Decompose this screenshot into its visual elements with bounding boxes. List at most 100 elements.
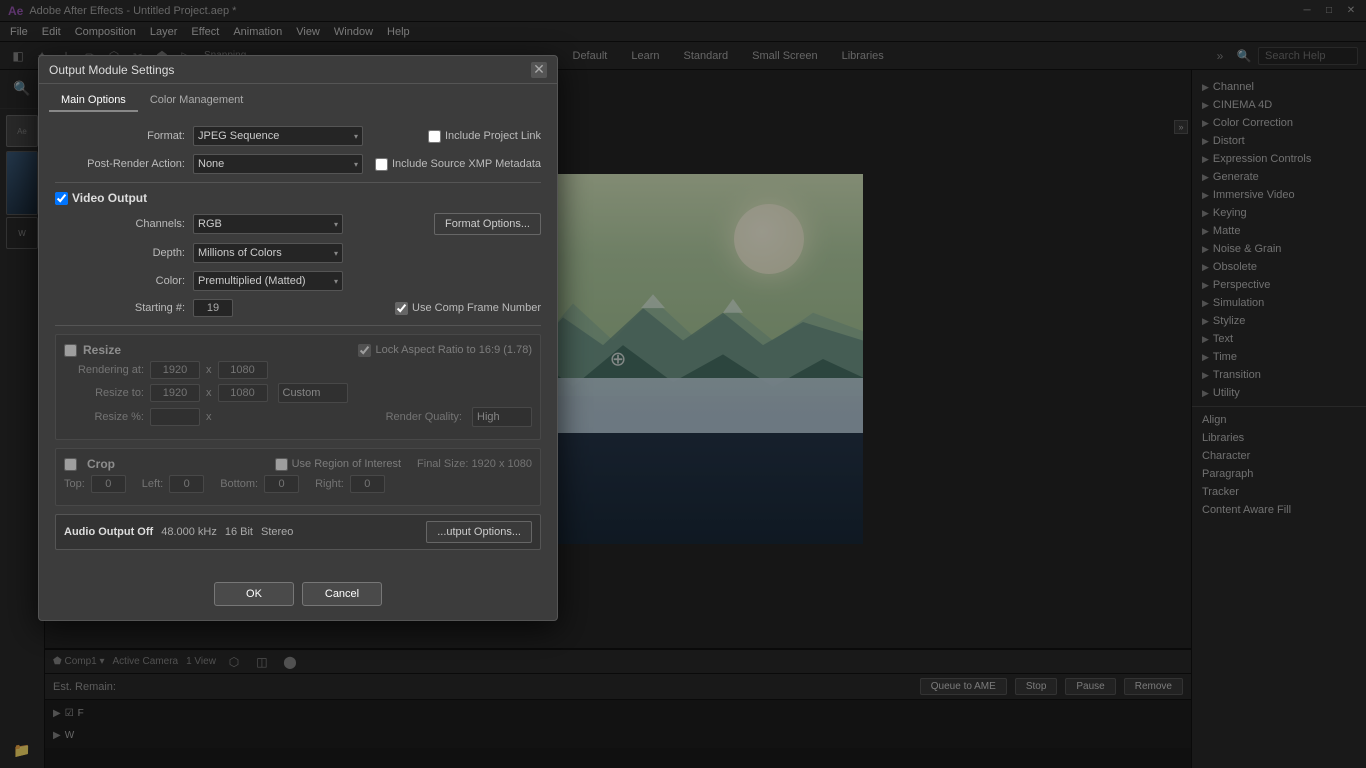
audio-output-label: Audio Output Off <box>64 526 153 538</box>
audio-khz-label: 48.000 kHz <box>161 526 217 538</box>
resize-to-height-input[interactable] <box>218 384 268 402</box>
resize-to-row: Resize to: x Custom <box>64 383 532 403</box>
dialog-tab-main-options[interactable]: Main Options <box>49 90 138 112</box>
divider-main <box>55 182 541 183</box>
audio-bit-label: 16 Bit <box>225 526 253 538</box>
lock-aspect-group: Lock Aspect Ratio to 16:9 (1.78) <box>358 344 532 357</box>
crop-header-row: Crop Use Region of Interest Final Size: … <box>64 457 532 471</box>
resize-label-text: Resize <box>83 343 121 357</box>
depth-value: Millions of Colors <box>198 247 282 259</box>
resize-to-width-input[interactable] <box>150 384 200 402</box>
resize-pct-w-input[interactable] <box>150 408 200 426</box>
crop-label-text: Crop <box>87 457 115 471</box>
lock-aspect-checkbox[interactable] <box>358 344 371 357</box>
audio-options-button[interactable]: ...utput Options... <box>426 521 532 543</box>
depth-row: Depth: Millions of Colors ▾ <box>55 243 541 263</box>
format-dropdown[interactable]: JPEG Sequence ▾ <box>193 126 363 146</box>
depth-label: Depth: <box>55 247 185 259</box>
final-size-label: Final Size: 1920 x 1080 <box>417 458 532 470</box>
rendering-height-input[interactable] <box>218 361 268 379</box>
resize-pct-label: Resize %: <box>64 411 144 423</box>
format-dropdown-arrow: ▾ <box>354 132 358 141</box>
dialog-tabs: Main Options Color Management <box>39 84 557 112</box>
bottom-input[interactable] <box>264 475 299 493</box>
right-label: Right: <box>315 478 344 490</box>
top-label: Top: <box>64 478 85 490</box>
use-comp-frame-checkbox[interactable] <box>395 302 408 315</box>
video-output-label: Video Output <box>72 191 147 205</box>
dialog-titlebar: Output Module Settings ✕ <box>39 56 557 84</box>
use-roi-checkbox[interactable] <box>275 458 288 471</box>
resize-to-x-label: x <box>206 387 212 399</box>
channels-value: RGB <box>198 218 222 230</box>
crop-section: Crop Use Region of Interest Final Size: … <box>55 448 541 506</box>
include-project-link-label: Include Project Link <box>445 130 541 142</box>
dialog-body: Format: JPEG Sequence ▾ Include Project … <box>39 112 557 572</box>
rendering-width-input[interactable] <box>150 361 200 379</box>
rendering-at-row: Rendering at: x <box>64 361 532 379</box>
video-output-checkbox[interactable] <box>55 192 68 205</box>
audio-section: Audio Output Off 48.000 kHz 16 Bit Stere… <box>55 514 541 550</box>
color-arrow: ▾ <box>334 277 338 286</box>
include-xmp-checkbox[interactable] <box>375 158 388 171</box>
include-xmp-group: Include Source XMP Metadata <box>375 158 541 171</box>
rendering-x-label: x <box>206 364 212 376</box>
include-project-link-checkbox[interactable] <box>428 130 441 143</box>
dialog-close-button[interactable]: ✕ <box>531 62 547 78</box>
starting-hash-label: Starting #: <box>55 302 185 314</box>
color-dropdown[interactable]: Premultiplied (Matted) ▾ <box>193 271 343 291</box>
channels-arrow: ▾ <box>334 220 338 229</box>
crop-values-row: Top: Left: Bottom: Right: <box>64 475 532 493</box>
rendering-at-label: Rendering at: <box>64 364 144 376</box>
crop-checkbox[interactable] <box>64 458 77 471</box>
cancel-button[interactable]: Cancel <box>302 582 382 606</box>
post-render-arrow: ▾ <box>354 160 358 169</box>
format-label: Format: <box>55 130 185 142</box>
color-value: Premultiplied (Matted) <box>198 275 306 287</box>
resize-custom-dropdown[interactable]: Custom <box>278 383 348 403</box>
format-options-button[interactable]: Format Options... <box>434 213 541 235</box>
resize-to-label: Resize to: <box>64 387 144 399</box>
resize-custom-value: Custom <box>283 387 321 399</box>
starting-hash-row: Starting #: Use Comp Frame Number <box>55 299 541 317</box>
dialog-tab-color-management[interactable]: Color Management <box>138 90 256 112</box>
resize-pct-row: Resize %: x Render Quality: High <box>64 407 532 427</box>
color-row: Color: Premultiplied (Matted) ▾ <box>55 271 541 291</box>
resize-header-row: Resize Lock Aspect Ratio to 16:9 (1.78) <box>64 343 532 357</box>
post-render-label: Post-Render Action: <box>55 158 185 170</box>
top-input[interactable] <box>91 475 126 493</box>
post-render-value: None <box>198 158 224 170</box>
dialog-footer: OK Cancel <box>39 572 557 620</box>
format-row: Format: JPEG Sequence ▾ Include Project … <box>55 126 541 146</box>
starting-hash-input[interactable] <box>193 299 233 317</box>
include-xmp-label: Include Source XMP Metadata <box>392 158 541 170</box>
channels-dropdown[interactable]: RGB ▾ <box>193 214 343 234</box>
include-project-link-group: Include Project Link <box>428 130 541 143</box>
dialog-overlay: Output Module Settings ✕ Main Options Co… <box>0 0 1366 768</box>
post-render-dropdown[interactable]: None ▾ <box>193 154 363 174</box>
resize-section: Resize Lock Aspect Ratio to 16:9 (1.78) … <box>55 334 541 440</box>
video-output-checkbox-group: Video Output <box>55 191 147 205</box>
left-input[interactable] <box>169 475 204 493</box>
lock-aspect-label: Lock Aspect Ratio to 16:9 (1.78) <box>375 344 532 356</box>
dialog-title: Output Module Settings <box>49 63 174 77</box>
post-render-row: Post-Render Action: None ▾ Include Sourc… <box>55 154 541 174</box>
color-label: Color: <box>55 275 185 287</box>
format-value: JPEG Sequence <box>198 130 279 142</box>
render-quality-dropdown[interactable]: High <box>472 407 532 427</box>
right-input[interactable] <box>350 475 385 493</box>
render-quality-label: Render Quality: <box>386 411 462 423</box>
resize-pct-x-sep: x <box>206 411 212 423</box>
output-module-dialog: Output Module Settings ✕ Main Options Co… <box>38 55 558 621</box>
resize-checkbox[interactable] <box>64 344 77 357</box>
ok-button[interactable]: OK <box>214 582 294 606</box>
audio-stereo-label: Stereo <box>261 526 293 538</box>
channels-row: Channels: RGB ▾ Format Options... <box>55 213 541 235</box>
render-quality-value: High <box>477 411 500 423</box>
use-comp-frame-label: Use Comp Frame Number <box>412 302 541 314</box>
channels-label: Channels: <box>55 218 185 230</box>
depth-dropdown[interactable]: Millions of Colors ▾ <box>193 243 343 263</box>
video-output-section: Video Output <box>55 191 541 205</box>
divider-resize <box>55 325 541 326</box>
left-label: Left: <box>142 478 163 490</box>
